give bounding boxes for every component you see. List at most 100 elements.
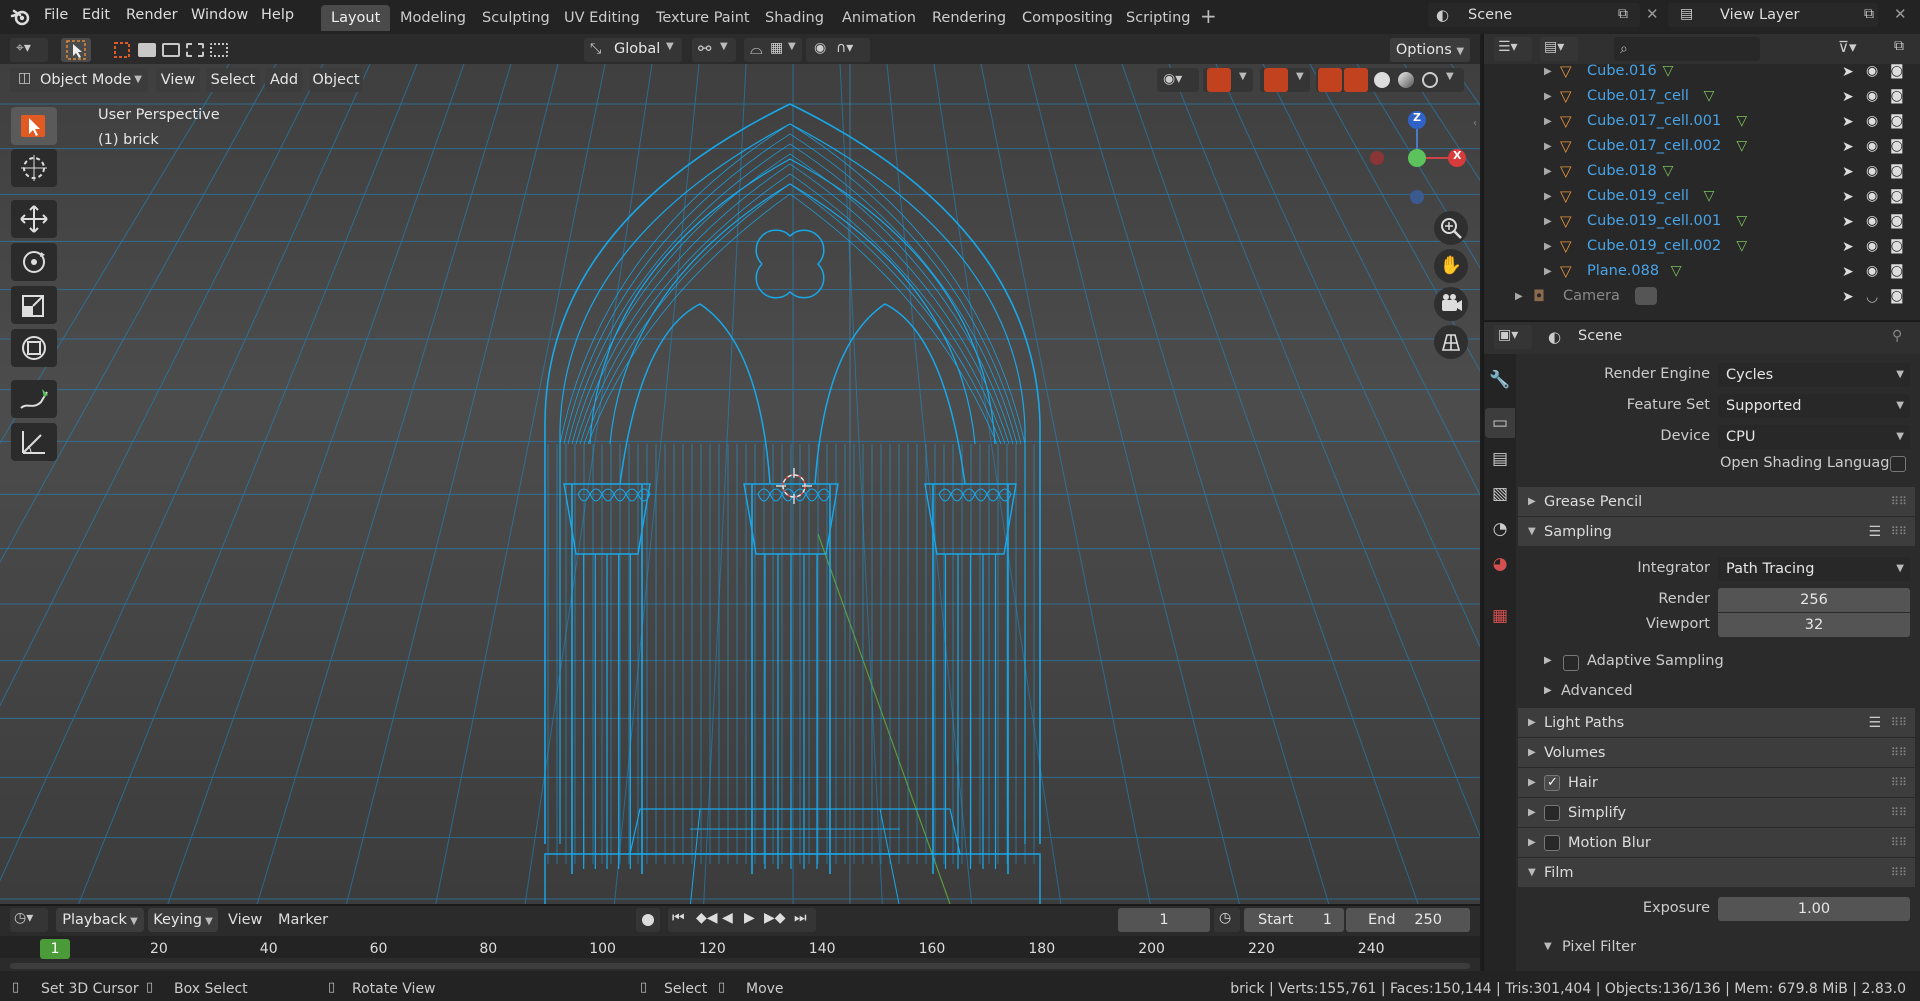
world-tab-icon[interactable]: ◕: [1485, 549, 1515, 579]
pan-hand-icon[interactable]: ✋: [1434, 249, 1468, 283]
playback-menu[interactable]: Playback ▼: [56, 908, 144, 932]
texture-tab-icon[interactable]: ▦: [1485, 601, 1515, 631]
render-camera-icon[interactable]: ◙: [1890, 59, 1904, 84]
falloff-icon[interactable]: ∩▾: [836, 40, 853, 56]
current-frame-field[interactable]: 1: [1118, 908, 1210, 932]
render-camera-icon[interactable]: ◙: [1890, 209, 1904, 234]
tool-select-box[interactable]: [11, 107, 57, 145]
select-mode-extend-icon[interactable]: [138, 43, 156, 57]
drag-grip-icon[interactable]: ⠿⠿: [1891, 517, 1907, 547]
marker-menu[interactable]: Marker: [278, 912, 328, 928]
outliner-row[interactable]: ▶ ▽ Cube.017_cell.001 ▽ ➤ ◉ ◙: [1485, 109, 1904, 135]
transform-orientation-dropdown[interactable]: ⤡ Global ▼: [584, 38, 682, 62]
add-menu[interactable]: Add: [265, 68, 303, 92]
light-paths-panel[interactable]: ▶ Light Paths ☰ ⠿⠿: [1518, 707, 1915, 737]
selectable-icon[interactable]: ➤: [1842, 60, 1854, 85]
eye-icon[interactable]: ◉: [1866, 234, 1878, 259]
visibility-dropdown[interactable]: ◉▾: [1157, 68, 1199, 92]
ortho-grid-icon[interactable]: [1434, 325, 1468, 359]
device-dropdown[interactable]: CPU ▼: [1718, 425, 1910, 449]
menu-help[interactable]: Help: [261, 7, 294, 23]
render-camera-icon[interactable]: ◙: [1890, 184, 1904, 209]
tab-sculpting[interactable]: Sculpting: [472, 5, 560, 31]
camera-view-icon[interactable]: [1434, 287, 1468, 321]
eye-icon[interactable]: ◉: [1866, 184, 1878, 209]
outliner-search-input[interactable]: ⌕: [1614, 37, 1760, 61]
object-menu[interactable]: Object: [309, 68, 363, 92]
new-scene-icon[interactable]: ⧉: [1618, 6, 1628, 22]
adaptive-sampling-checkbox[interactable]: [1563, 655, 1579, 671]
motion-blur-checkbox[interactable]: [1544, 835, 1560, 851]
render-samples-field[interactable]: 256: [1718, 588, 1910, 612]
hair-panel[interactable]: ▶ ✓ Hair ⠿⠿: [1518, 767, 1915, 797]
render-camera-icon[interactable]: ◙: [1890, 259, 1904, 284]
drag-grip-icon[interactable]: ⠿⠿: [1891, 828, 1907, 858]
tab-uv-editing[interactable]: UV Editing: [554, 5, 650, 31]
menu-file[interactable]: File: [44, 7, 68, 23]
eye-icon[interactable]: ◉: [1866, 259, 1878, 284]
outliner-row[interactable]: ▶ ▽ Cube.016 ▽ ➤ ◉ ◙: [1485, 59, 1904, 85]
blender-logo-icon[interactable]: [10, 6, 32, 28]
tab-scripting[interactable]: Scripting: [1116, 5, 1200, 31]
select-mode-intersect-icon[interactable]: [210, 43, 228, 57]
expand-arrow-icon[interactable]: ▶: [1544, 134, 1552, 159]
menu-render[interactable]: Render: [126, 7, 178, 23]
render-camera-icon[interactable]: ◙: [1890, 109, 1904, 134]
selectable-icon[interactable]: ➤: [1842, 285, 1854, 310]
hidden-eye-icon[interactable]: ◡: [1866, 285, 1878, 310]
expand-arrow-icon[interactable]: ▶: [1544, 259, 1552, 284]
tool-measure[interactable]: [11, 423, 57, 461]
osl-checkbox[interactable]: [1890, 456, 1906, 472]
integrator-dropdown[interactable]: Path Tracing ▼: [1718, 557, 1910, 581]
start-frame-field[interactable]: Start 1: [1244, 908, 1344, 932]
motion-blur-panel[interactable]: ▶ Motion Blur ⠿⠿: [1518, 827, 1915, 857]
render-engine-dropdown[interactable]: Cycles ▼: [1718, 363, 1910, 387]
selectable-icon[interactable]: ➤: [1842, 210, 1854, 235]
view-layer-tab-icon[interactable]: ▧: [1485, 479, 1515, 509]
tool-settings-tab-icon[interactable]: 🔧: [1485, 365, 1515, 395]
record-button[interactable]: [636, 908, 660, 932]
playhead[interactable]: 1: [40, 939, 70, 959]
expand-arrow-icon[interactable]: ▶: [1515, 284, 1523, 309]
expand-arrow-icon[interactable]: ▶: [1544, 209, 1552, 234]
tool-rotate[interactable]: [11, 243, 57, 281]
options-dropdown[interactable]: Options ▼: [1390, 38, 1470, 62]
solid-shading-icon[interactable]: [1374, 72, 1390, 88]
eye-icon[interactable]: ◉: [1866, 109, 1878, 134]
expand-arrow-icon[interactable]: ▶: [1544, 159, 1552, 184]
presets-list-icon[interactable]: ☰: [1868, 708, 1881, 738]
selectable-icon[interactable]: ➤: [1842, 135, 1854, 160]
render-camera-icon[interactable]: ◙: [1890, 159, 1904, 184]
filter-icon[interactable]: ⊽▾: [1838, 38, 1857, 56]
new-collection-icon[interactable]: ⧉: [1894, 38, 1904, 54]
presets-list-icon[interactable]: ☰: [1868, 517, 1881, 547]
snap-increment-icon[interactable]: ▦: [770, 40, 783, 56]
output-tab-icon[interactable]: ▤: [1485, 444, 1515, 474]
expand-arrow-icon[interactable]: ▶: [1544, 84, 1552, 109]
properties-editor-type[interactable]: ▣▾: [1494, 325, 1532, 349]
outliner-row-camera[interactable]: ▶ ◘ Camera ➤ ◡ ◙: [1485, 284, 1904, 310]
drag-grip-icon[interactable]: ⠿⠿: [1891, 798, 1907, 828]
outliner-row[interactable]: ▶ ▽ Plane.088 ▽ ➤ ◉ ◙: [1485, 259, 1904, 284]
keying-menu[interactable]: Keying ▼: [148, 908, 218, 932]
timeline-scrollbar[interactable]: [10, 963, 1470, 969]
render-camera-icon[interactable]: ◙: [1890, 284, 1904, 309]
new-view-layer-icon[interactable]: ⧉: [1864, 6, 1874, 22]
add-workspace-button[interactable]: +: [1200, 4, 1217, 28]
expand-arrow-icon[interactable]: ▶: [1544, 685, 1552, 696]
sidebar-toggle-icon[interactable]: ‹: [1473, 118, 1477, 129]
selectable-icon[interactable]: ➤: [1842, 110, 1854, 135]
view-menu[interactable]: View: [156, 68, 200, 92]
tab-layout[interactable]: Layout: [321, 5, 391, 31]
select-mode-difference-icon[interactable]: [186, 43, 204, 57]
tool-transform[interactable]: [11, 329, 57, 367]
eye-icon[interactable]: ◉: [1866, 134, 1878, 159]
outliner-row[interactable]: ▶ ▽ Cube.019_cell ▽ ➤ ◉ ◙: [1485, 184, 1904, 209]
prev-keyframe-icon[interactable]: ◆◀: [696, 910, 718, 926]
material-shading-icon[interactable]: [1398, 72, 1414, 88]
tab-texture-paint[interactable]: Texture Paint: [646, 5, 760, 31]
timeline-editor-type[interactable]: ◷▾: [10, 908, 48, 932]
pin-icon[interactable]: ⚲: [1892, 328, 1902, 344]
film-panel[interactable]: ▼ Film ⠿⠿: [1518, 857, 1915, 887]
editor-type-button[interactable]: ⌖▾: [10, 38, 48, 62]
